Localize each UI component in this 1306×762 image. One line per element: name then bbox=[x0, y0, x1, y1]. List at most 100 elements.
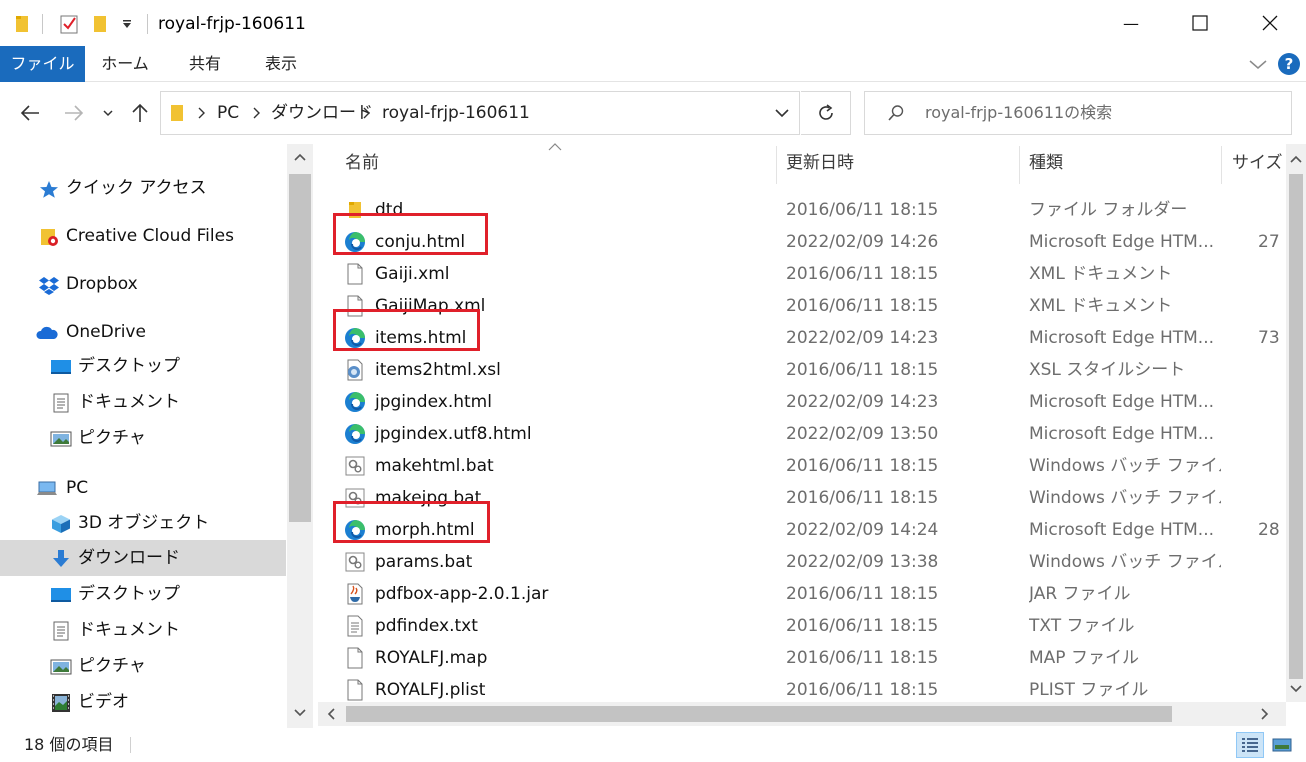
maximize-button[interactable] bbox=[1164, 0, 1236, 46]
file-row[interactable]: params.bat 2022/02/09 13:38 Windows バッチ ファ… bbox=[318, 546, 1286, 578]
navigation-pane: クイック アクセス Creative Cloud Files Dropbox OneD… bbox=[0, 144, 314, 728]
desktop-icon bbox=[50, 585, 72, 605]
dropbox-icon bbox=[38, 275, 60, 295]
nav-onedrive-pictures[interactable]: ピクチャ bbox=[0, 420, 286, 456]
tab-view[interactable]: 表示 bbox=[250, 46, 312, 82]
folder-icon bbox=[10, 12, 34, 36]
nav-creative-cloud-files[interactable]: Creative Cloud Files bbox=[0, 218, 286, 254]
file-type: TXT ファイル bbox=[1029, 616, 1135, 636]
file-type: XSL スタイルシート bbox=[1029, 360, 1186, 380]
address-bar[interactable]: PC ダウンロード royal-frjp-160611 bbox=[160, 91, 800, 135]
file-list-horizontal-scrollbar[interactable] bbox=[318, 702, 1286, 726]
item-count: 18 個の項目 bbox=[24, 735, 114, 754]
back-button[interactable] bbox=[16, 98, 44, 128]
details-view-button[interactable] bbox=[1236, 732, 1264, 758]
file-row[interactable]: jpgindex.html 2022/02/09 14:23 Microsoft E… bbox=[318, 386, 1286, 418]
file-list-scrollbar[interactable] bbox=[1286, 144, 1306, 702]
file-date: 2016/06/11 18:15 bbox=[786, 488, 939, 508]
nav-onedrive-documents[interactable]: ドキュメント bbox=[0, 384, 286, 420]
nav-pc-pictures[interactable]: ピクチャ bbox=[0, 648, 286, 684]
new-folder-icon[interactable] bbox=[88, 12, 112, 36]
scroll-down-button[interactable] bbox=[291, 704, 309, 722]
jar-file-icon bbox=[344, 583, 366, 605]
nav-item-label: OneDrive bbox=[66, 322, 146, 342]
horizontal-scrollbar-thumb[interactable] bbox=[346, 706, 1172, 722]
nav-pc[interactable]: PC bbox=[0, 470, 286, 506]
file-row[interactable]: makehtml.bat 2016/06/11 18:15 Windows バッチ … bbox=[318, 450, 1286, 482]
status-bar: 18 個の項目 bbox=[0, 728, 1306, 762]
large-icons-view-button[interactable] bbox=[1268, 732, 1296, 758]
close-button[interactable] bbox=[1234, 0, 1306, 46]
scroll-left-button[interactable] bbox=[322, 705, 340, 723]
tab-share[interactable]: 共有 bbox=[174, 46, 236, 82]
nav-item-label: ダウンロード bbox=[78, 548, 180, 568]
file-date: 2016/06/11 18:15 bbox=[786, 456, 939, 476]
download-arrow-icon bbox=[50, 549, 72, 569]
customize-toolbar-icon[interactable] bbox=[116, 12, 138, 36]
file-type: Microsoft Edge HTM... bbox=[1029, 232, 1214, 252]
details-view-icon bbox=[1242, 738, 1258, 752]
up-button[interactable] bbox=[126, 98, 154, 128]
nav-scrollbar-thumb[interactable] bbox=[289, 174, 311, 522]
picture-icon bbox=[50, 657, 72, 677]
nav-onedrive[interactable]: OneDrive bbox=[0, 314, 286, 350]
chevron-up-icon bbox=[1290, 155, 1302, 163]
column-header-size[interactable]: サイズ bbox=[1232, 140, 1283, 186]
scroll-right-button[interactable] bbox=[1256, 705, 1274, 723]
file-type: Windows バッチ ファイル bbox=[1029, 488, 1221, 508]
desktop-icon bbox=[50, 357, 72, 377]
scroll-up-button[interactable] bbox=[1287, 150, 1305, 168]
tab-home[interactable]: ホーム bbox=[94, 46, 156, 82]
forward-button[interactable] bbox=[60, 98, 88, 128]
help-icon[interactable]: ? bbox=[1278, 53, 1300, 75]
nav-dropbox[interactable]: Dropbox bbox=[0, 266, 286, 302]
expand-ribbon-button[interactable] bbox=[1246, 52, 1270, 76]
blank-file-icon bbox=[344, 647, 366, 669]
minimize-button[interactable]: — bbox=[1095, 0, 1167, 46]
file-row[interactable]: jpgindex.utf8.html 2022/02/09 13:50 Micros… bbox=[318, 418, 1286, 450]
document-icon bbox=[50, 393, 72, 413]
title-bar: royal-frjp-160611 — bbox=[0, 0, 1306, 46]
breadcrumb-pc[interactable]: PC bbox=[217, 92, 239, 134]
file-date: 2016/06/11 18:15 bbox=[786, 200, 939, 220]
file-date: 2016/06/11 18:15 bbox=[786, 616, 939, 636]
nav-3d-objects[interactable]: 3D オブジェクト bbox=[0, 505, 286, 541]
nav-scrollbar[interactable] bbox=[287, 144, 313, 728]
nav-pc-videos[interactable]: ビデオ bbox=[0, 684, 286, 720]
nav-onedrive-desktop[interactable]: デスクトップ bbox=[0, 348, 286, 384]
chevron-right-icon bbox=[363, 107, 370, 119]
nav-downloads[interactable]: ダウンロード bbox=[0, 540, 286, 576]
file-name: pdfindex.txt bbox=[375, 616, 478, 636]
file-row[interactable]: ROYALFJ.map 2016/06/11 18:15 MAP ファイル bbox=[318, 642, 1286, 674]
nav-pc-desktop[interactable]: デスクトップ bbox=[0, 576, 286, 612]
file-date: 2022/02/09 13:50 bbox=[786, 424, 939, 444]
scroll-down-button[interactable] bbox=[1287, 680, 1305, 698]
properties-icon[interactable] bbox=[56, 12, 82, 36]
chevron-left-icon bbox=[327, 708, 335, 720]
file-row[interactable]: items2html.xsl 2016/06/11 18:15 XSL スタイルシー… bbox=[318, 354, 1286, 386]
file-row[interactable]: pdfindex.txt 2016/06/11 18:15 TXT ファイル bbox=[318, 610, 1286, 642]
nav-pc-documents[interactable]: ドキュメント bbox=[0, 612, 286, 648]
arrow-right-icon bbox=[65, 105, 84, 121]
breadcrumb-current-folder[interactable]: royal-frjp-160611 bbox=[382, 92, 530, 134]
address-history-button[interactable] bbox=[765, 92, 799, 134]
chevron-down-icon bbox=[294, 709, 306, 717]
file-list-scrollbar-thumb[interactable] bbox=[1289, 174, 1303, 679]
recent-locations-button[interactable] bbox=[96, 98, 120, 128]
nav-quick-access[interactable]: クイック アクセス bbox=[0, 170, 286, 206]
file-row[interactable]: ROYALFJ.plist 2016/06/11 18:15 PLIST ファイル bbox=[318, 674, 1286, 702]
file-type: MAP ファイル bbox=[1029, 648, 1139, 668]
nav-item-label: デスクトップ bbox=[78, 584, 180, 604]
file-row[interactable]: pdfbox-app-2.0.1.jar 2016/06/11 18:15 JAR … bbox=[318, 578, 1286, 610]
column-header-type[interactable]: 種類 bbox=[1029, 140, 1063, 186]
file-name: pdfbox-app-2.0.1.jar bbox=[375, 584, 549, 604]
column-header-date[interactable]: 更新日時 bbox=[786, 140, 854, 186]
breadcrumb-downloads[interactable]: ダウンロード bbox=[271, 92, 373, 134]
column-header-name[interactable]: 名前 bbox=[345, 140, 379, 186]
scroll-up-button[interactable] bbox=[291, 148, 309, 166]
refresh-button[interactable] bbox=[801, 91, 851, 135]
search-box[interactable]: royal-frjp-160611の検索 bbox=[864, 91, 1292, 135]
file-type: Microsoft Edge HTM... bbox=[1029, 424, 1214, 444]
tab-file[interactable]: ファイル bbox=[0, 46, 85, 82]
file-row[interactable]: Gaiji.xml 2016/06/11 18:15 XML ドキュメント bbox=[318, 258, 1286, 290]
